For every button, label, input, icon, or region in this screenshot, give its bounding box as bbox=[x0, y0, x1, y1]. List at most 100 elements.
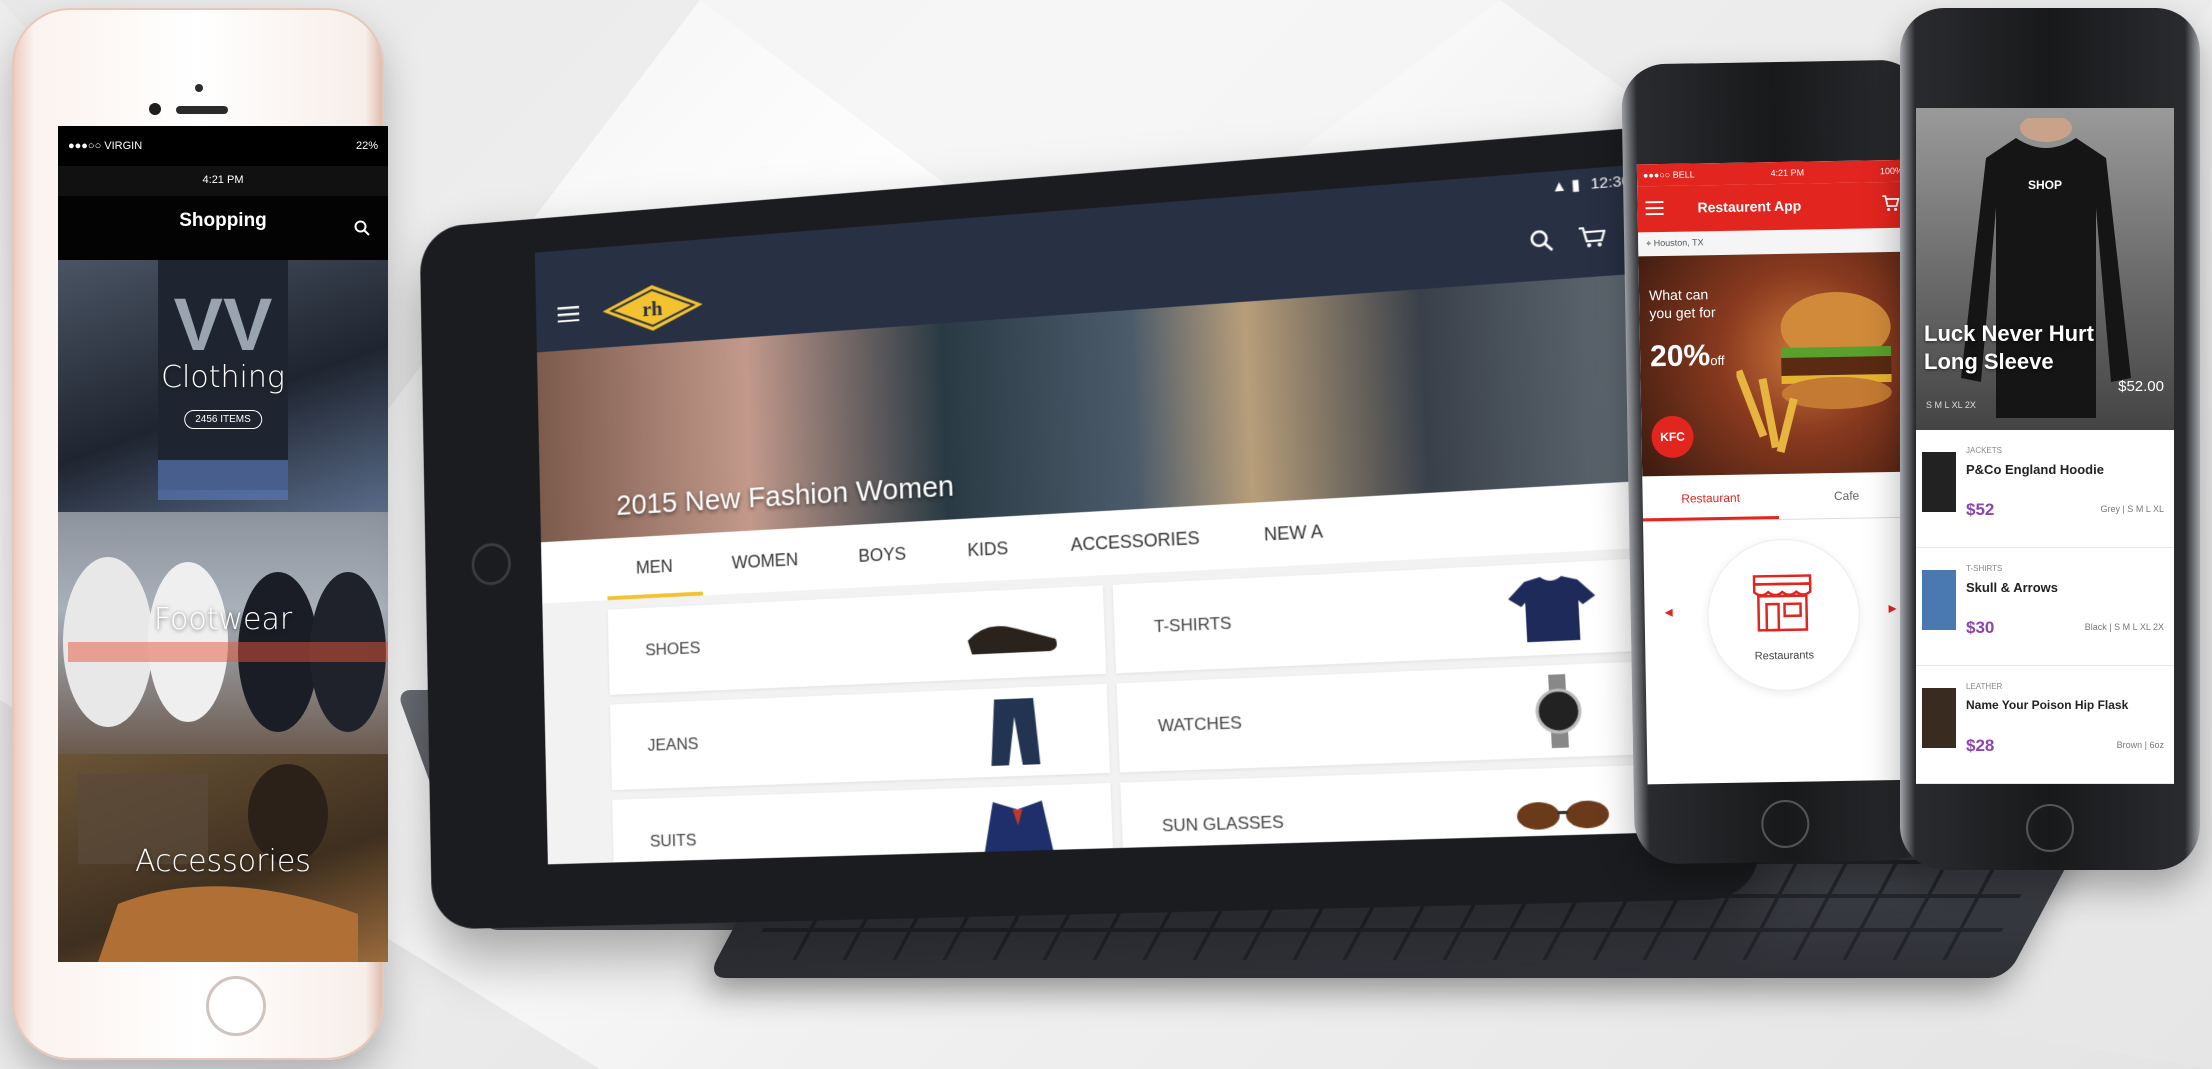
product-card-jeans[interactable]: JEANS bbox=[609, 683, 1111, 791]
product-category: T-SHIRTS bbox=[1966, 564, 2003, 573]
tshirt-icon bbox=[1507, 574, 1598, 643]
tab-new-arrivals[interactable]: NEW A bbox=[1230, 497, 1357, 569]
status-bar: ●●●○○ VIRGIN 22% bbox=[58, 126, 388, 166]
product-card-suits[interactable]: SUITS bbox=[612, 783, 1114, 865]
product-label: SUITS bbox=[649, 830, 697, 851]
product-meta: Brown | 6oz bbox=[2116, 740, 2164, 750]
tab-cafe[interactable]: Cafe bbox=[1778, 472, 1915, 519]
category-name: Accessories bbox=[135, 844, 311, 879]
product-label: SHOES bbox=[645, 638, 701, 660]
sunglasses-icon bbox=[1516, 800, 1610, 831]
left-phone-device: ●●●○○ VIRGIN 22% 4:21 PM Shopping VV Clo… bbox=[12, 8, 388, 1060]
home-button[interactable] bbox=[1760, 799, 1810, 849]
restaurant-tabs: Restaurant Cafe bbox=[1642, 471, 1915, 523]
tablet-home-button[interactable] bbox=[471, 542, 512, 587]
promo-banner[interactable]: What can you get for 20%off KFC bbox=[1638, 251, 1915, 477]
status-time: 4:21 PM bbox=[1770, 167, 1805, 179]
earpiece-speaker bbox=[176, 106, 228, 114]
brand-logo[interactable]: rh bbox=[602, 281, 704, 335]
category-count: 2456 ITEMS bbox=[184, 410, 262, 429]
promo-text: What can you get for bbox=[1648, 286, 1716, 322]
product-name: P&Co England Hoodie bbox=[1966, 462, 2104, 477]
category-carousel: ◂ Restaurants ▸ bbox=[1643, 518, 1919, 783]
list-item[interactable]: LEATHER Name Your Poison Hip Flask $28 B… bbox=[1916, 666, 2174, 784]
product-price: $30 bbox=[1966, 618, 1995, 637]
location-pin-icon: ⌖ bbox=[1646, 238, 1654, 249]
tab-women[interactable]: WOMEN bbox=[701, 526, 829, 595]
carrier-signal: ●●●○○ VIRGIN bbox=[68, 140, 143, 152]
product-card-tshirts[interactable]: T-SHIRTS bbox=[1112, 557, 1657, 674]
shopping-app-screen: ●●●○○ VIRGIN 22% 4:21 PM Shopping VV Clo… bbox=[58, 126, 388, 962]
svg-text:VV: VV bbox=[174, 283, 273, 366]
brand-badge[interactable]: KFC bbox=[1651, 415, 1694, 459]
carrier-signal: ●●●○○ BELL bbox=[1642, 169, 1695, 181]
product-category: JACKETS bbox=[1966, 446, 2003, 455]
product-name: Name Your Poison Hip Flask bbox=[1966, 698, 2129, 712]
cart-icon[interactable] bbox=[1881, 194, 1900, 212]
page-title: Shopping bbox=[179, 210, 267, 231]
list-item[interactable]: JACKETS P&Co England Hoodie $52 Grey | S… bbox=[1916, 430, 2174, 548]
product-price: $28 bbox=[1966, 736, 1995, 755]
restaurant-phone-device: ●●●○○ BELL 4:21 PM 100% Restaurent App ⌖… bbox=[1621, 59, 1937, 865]
search-icon[interactable] bbox=[1529, 229, 1553, 253]
cart-icon[interactable] bbox=[1578, 225, 1607, 250]
list-item[interactable]: T-SHIRTS Skull & Arrows $30 Black | S M … bbox=[1916, 548, 2174, 666]
product-price: $52 bbox=[1966, 500, 1995, 519]
suit-icon bbox=[981, 800, 1056, 863]
product-label: JEANS bbox=[647, 734, 699, 755]
next-category-icon[interactable]: ▸ bbox=[1888, 598, 1896, 618]
shop-phone-device: SHOP Luck Never Hurt Long Sleeve $52.00 … bbox=[1900, 8, 2200, 870]
product-meta: Black | S M L XL 2X bbox=[2084, 622, 2164, 632]
home-button[interactable] bbox=[2026, 804, 2074, 852]
product-meta: Grey | S M L XL bbox=[2100, 504, 2164, 514]
fashion-app-screen: ▲ ▮ 12:30 rh 2015 New Fashion Women MEN … bbox=[534, 163, 1693, 865]
watch-icon bbox=[1497, 674, 1618, 749]
product-label: T-SHIRTS bbox=[1153, 613, 1232, 637]
shop-app-screen: SHOP Luck Never Hurt Long Sleeve $52.00 … bbox=[1916, 108, 2174, 784]
tab-boys[interactable]: BOYS bbox=[827, 520, 938, 589]
tablet-device: ▲ ▮ 12:30 rh 2015 New Fashion Women MEN … bbox=[419, 121, 1763, 930]
featured-sizes: S M L XL 2X bbox=[1926, 400, 1976, 410]
front-camera bbox=[149, 103, 161, 115]
product-card-shoes[interactable]: SHOES bbox=[607, 585, 1107, 695]
tab-men[interactable]: MEN bbox=[606, 533, 703, 601]
featured-title-line2: Long Sleeve bbox=[1924, 349, 2054, 374]
product-thumbnail bbox=[1922, 452, 1956, 512]
sneakers-image bbox=[63, 557, 388, 732]
featured-price: $52.00 bbox=[2118, 378, 2164, 395]
location-text: Houston, TX bbox=[1653, 237, 1704, 249]
tab-kids[interactable]: KIDS bbox=[936, 515, 1041, 584]
status-time: 4:21 PM bbox=[202, 174, 244, 186]
featured-product[interactable]: SHOP Luck Never Hurt Long Sleeve $52.00 … bbox=[1916, 108, 2174, 430]
category-name: Clothing bbox=[161, 360, 285, 395]
search-icon[interactable] bbox=[354, 220, 370, 236]
hamburger-icon[interactable] bbox=[1645, 200, 1664, 216]
hero-title: 2015 New Fashion Women bbox=[615, 469, 955, 522]
promo-suffix: off bbox=[1710, 352, 1725, 369]
product-thumbnail bbox=[1922, 570, 1956, 630]
app-header: Shopping bbox=[58, 196, 388, 260]
prev-category-icon[interactable]: ◂ bbox=[1664, 602, 1672, 622]
logo-text: rh bbox=[642, 296, 663, 321]
tab-accessories[interactable]: ACCESSORIES bbox=[1038, 504, 1233, 578]
product-card-watches[interactable]: WATCHES bbox=[1116, 660, 1662, 773]
hamburger-icon[interactable] bbox=[557, 305, 580, 323]
jeans-icon bbox=[989, 697, 1041, 766]
front-sensor bbox=[195, 84, 203, 92]
home-button[interactable] bbox=[206, 976, 266, 1036]
shirt-print-text: SHOP bbox=[2027, 178, 2062, 192]
featured-title-line1: Luck Never Hurt bbox=[1924, 321, 2094, 346]
shoes-icon bbox=[967, 623, 1058, 655]
category-accessories[interactable]: Accessories bbox=[58, 754, 388, 962]
category-name: Footwear bbox=[153, 602, 293, 637]
category-clothing[interactable]: VV Clothing 2456 ITEMS bbox=[58, 260, 388, 512]
app-bar: Restaurent App bbox=[1637, 181, 1910, 233]
storefront-icon bbox=[1752, 574, 1812, 632]
category-footwear[interactable]: Footwear bbox=[58, 512, 388, 754]
product-card-sunglasses[interactable]: SUN GLASSES bbox=[1120, 764, 1668, 865]
tab-restaurant[interactable]: Restaurant bbox=[1642, 474, 1779, 522]
featured-title: Luck Never Hurt Long Sleeve bbox=[1924, 320, 2094, 376]
promo-percent: 20% bbox=[1649, 339, 1711, 374]
product-category: LEATHER bbox=[1966, 682, 2003, 691]
restaurant-app-screen: ●●●○○ BELL 4:21 PM 100% Restaurent App ⌖… bbox=[1636, 159, 1920, 785]
